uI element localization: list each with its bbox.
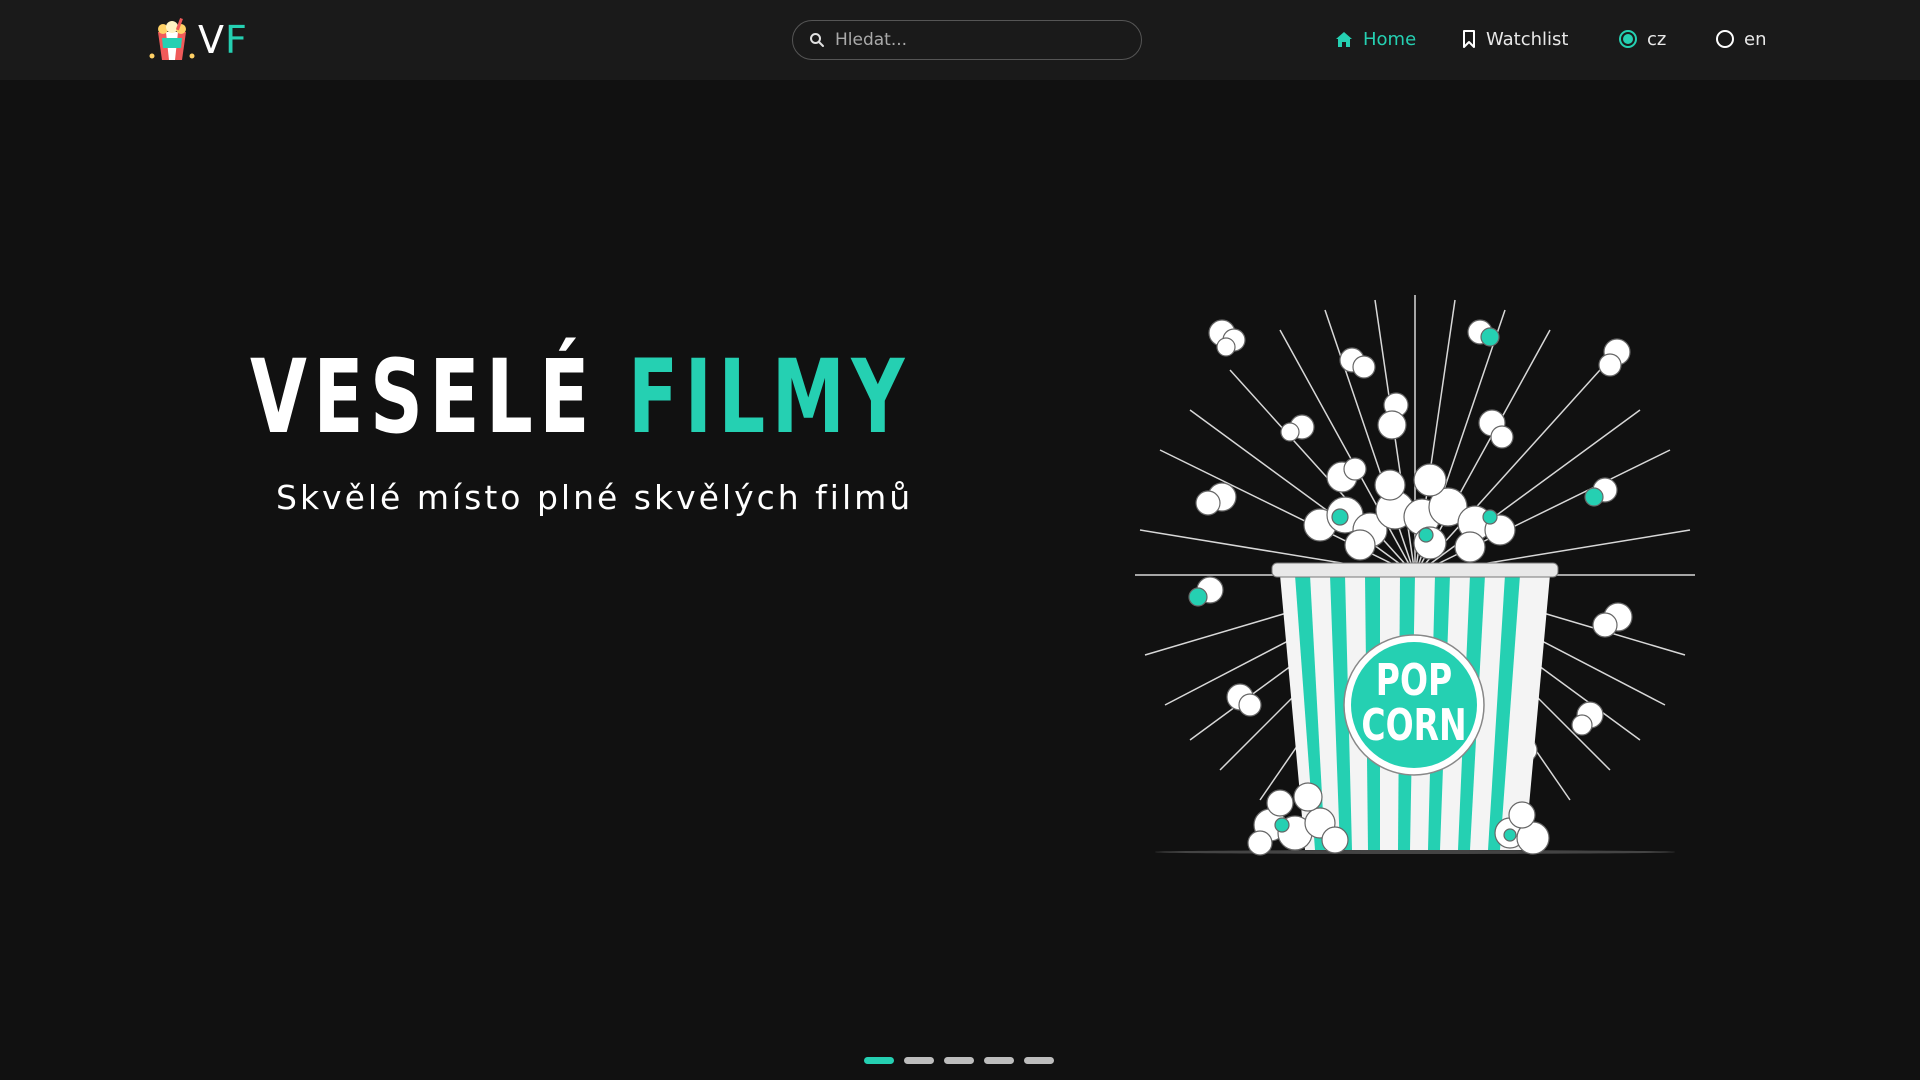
popcorn-illustration: POP CORN	[1135, 295, 1695, 856]
logo-letter-v: V	[198, 18, 225, 62]
hero-title-teal: FILMY	[627, 338, 911, 457]
hero-title: VESELÉ FILMY	[250, 338, 911, 458]
radio-cz[interactable]	[1619, 30, 1637, 48]
carousel-dot-4[interactable]	[984, 1057, 1014, 1064]
search-icon	[810, 33, 824, 47]
logo-text: VF	[198, 18, 248, 62]
logo-letter-f: F	[225, 18, 248, 62]
carousel-dot-1[interactable]	[864, 1057, 894, 1064]
carousel-dot-2[interactable]	[904, 1057, 934, 1064]
home-icon	[1336, 31, 1352, 47]
bookmark-icon	[1463, 30, 1475, 48]
nav-home-link[interactable]: Home	[1335, 24, 1416, 54]
language-label-en: en	[1744, 28, 1767, 50]
language-option-cz[interactable]: cz	[1619, 24, 1666, 54]
cup-label-corn: CORN	[1361, 700, 1466, 751]
hero-title-white: VESELÉ	[250, 338, 596, 457]
hero-subtitle: Skvělé místo plné skvělých filmů	[276, 478, 914, 517]
language-label-cz: cz	[1647, 28, 1667, 50]
nav-home-label: Home	[1363, 28, 1417, 50]
logo[interactable]: VF	[148, 18, 248, 62]
top-navbar: VF Home Watchlist cz en	[0, 0, 1920, 80]
carousel-dot-5[interactable]	[1024, 1057, 1054, 1064]
carousel-indicators	[864, 1057, 1054, 1064]
nav-watchlist-label: Watchlist	[1486, 28, 1569, 50]
search-bar[interactable]	[792, 20, 1142, 60]
radio-en[interactable]	[1716, 30, 1734, 48]
language-option-en[interactable]: en	[1716, 24, 1766, 54]
logo-popcorn-icon	[149, 18, 195, 60]
cup-label-pop: POP	[1376, 655, 1452, 706]
search-input[interactable]	[835, 30, 1115, 50]
carousel-dot-3[interactable]	[944, 1057, 974, 1064]
nav-watchlist-link[interactable]: Watchlist	[1462, 24, 1568, 54]
